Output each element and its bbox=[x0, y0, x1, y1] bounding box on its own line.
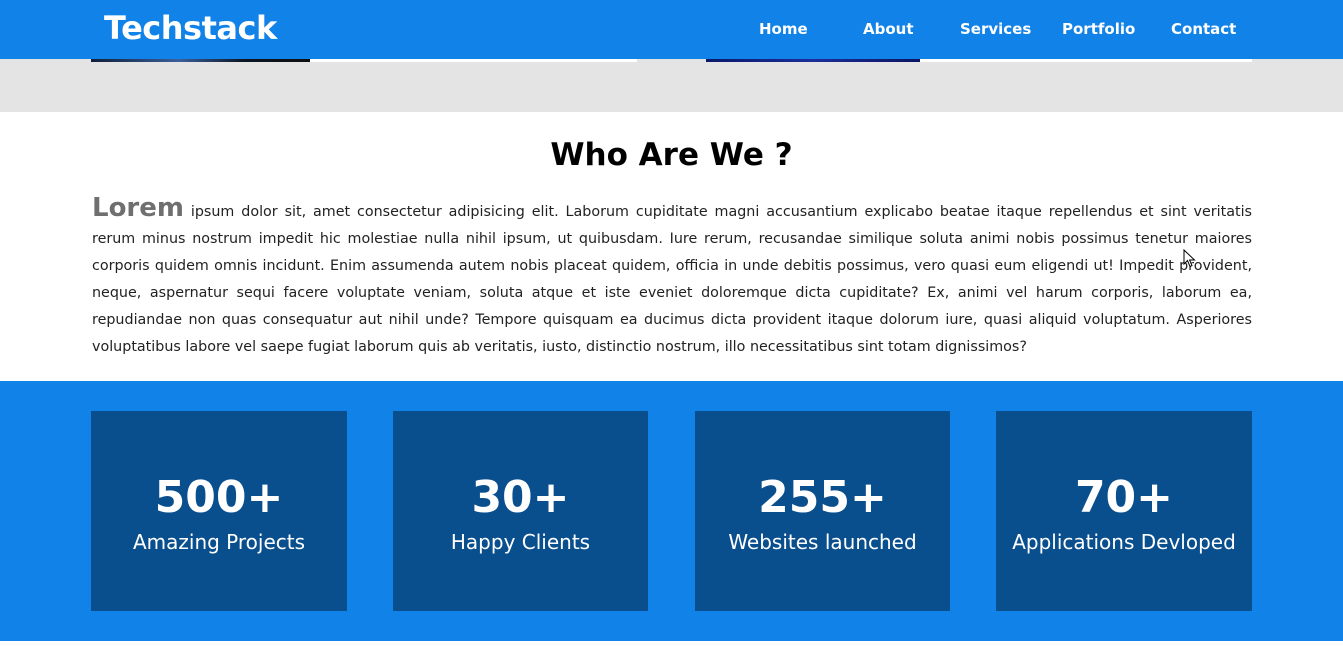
stat-card-websites: 255+ Websites launched bbox=[695, 411, 950, 611]
mouse-cursor-icon bbox=[1183, 249, 1196, 268]
stat-value: 70+ bbox=[1074, 472, 1174, 523]
about-paragraph: Lorem ipsum dolor sit, amet consectetur … bbox=[92, 195, 1252, 361]
stat-card-applications: 70+ Applications Devloped bbox=[996, 411, 1252, 611]
stat-value: 30+ bbox=[471, 472, 570, 523]
about-lead-word: Lorem bbox=[92, 193, 184, 223]
nav-link-services[interactable]: Services bbox=[960, 20, 1031, 38]
gallery-image bbox=[706, 59, 920, 62]
stat-value: 255+ bbox=[758, 472, 887, 523]
gallery-strip bbox=[0, 59, 1343, 112]
stat-label: Happy Clients bbox=[450, 530, 591, 554]
nav-link-about[interactable]: About bbox=[863, 20, 914, 38]
about-title: Who Are We ? bbox=[550, 137, 793, 173]
about-section: Who Are We ? Lorem ipsum dolor sit, amet… bbox=[0, 112, 1343, 381]
gallery-image bbox=[91, 59, 310, 62]
nav-link-home[interactable]: Home bbox=[759, 20, 808, 38]
stat-label: Applications Devloped bbox=[1012, 530, 1236, 554]
nav-link-portfolio[interactable]: Portfolio bbox=[1062, 20, 1135, 38]
stat-card-clients: 30+ Happy Clients bbox=[393, 411, 648, 611]
stat-card-projects: 500+ Amazing Projects bbox=[91, 411, 347, 611]
page: Techstack Home About Services Portfolio … bbox=[0, 0, 1343, 646]
stat-label: Amazing Projects bbox=[132, 530, 306, 554]
page-footer-gap bbox=[0, 641, 1343, 646]
stat-label: Websites launched bbox=[728, 530, 917, 554]
about-body: ipsum dolor sit, amet consectetur adipis… bbox=[92, 204, 1252, 355]
nav-menu: Home About Services Portfolio Contact bbox=[0, 20, 1343, 40]
stats-section: 500+ Amazing Projects 30+ Happy Clients … bbox=[0, 381, 1343, 641]
nav-link-contact[interactable]: Contact bbox=[1171, 20, 1236, 38]
stat-value: 500+ bbox=[154, 472, 284, 523]
navbar: Techstack Home About Services Portfolio … bbox=[0, 0, 1343, 59]
